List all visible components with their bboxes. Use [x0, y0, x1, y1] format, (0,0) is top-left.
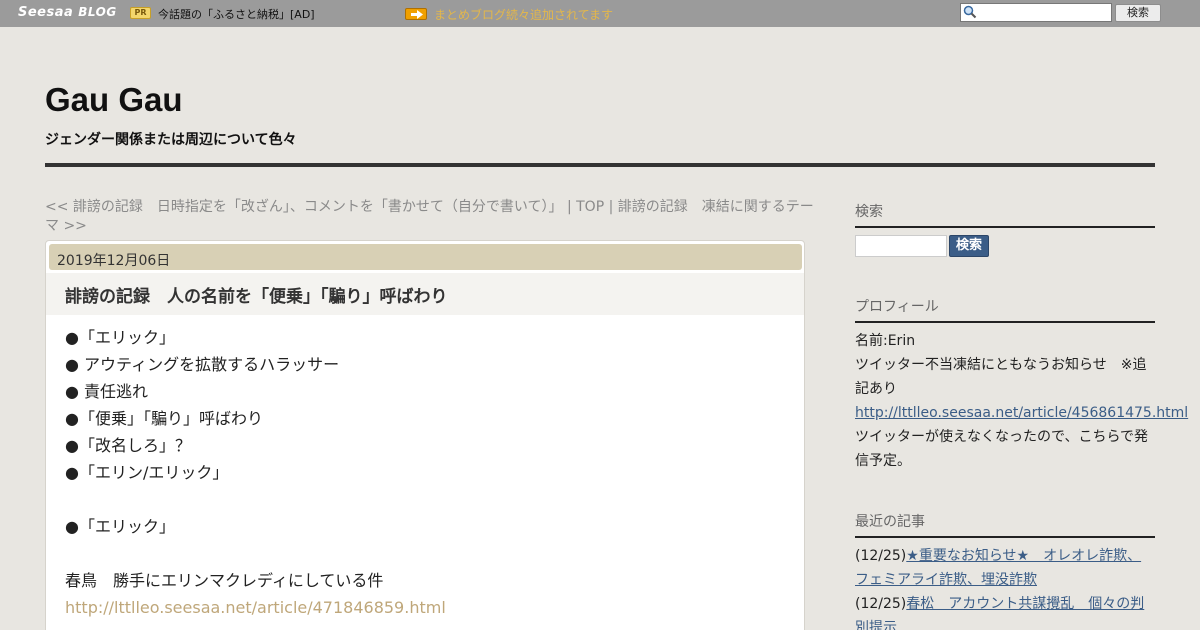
nav-separator: | [562, 199, 577, 215]
top-bar: Seesaa BLOG PR 今話題の「ふるさと納税」[AD] まとめブログ続々… [0, 0, 1200, 27]
logo-main: Seesaa [18, 5, 74, 20]
seesaa-blog-logo[interactable]: Seesaa BLOG [18, 5, 117, 21]
entry-line [65, 540, 785, 567]
top-search-box [960, 3, 1112, 22]
sidebar-search-heading: 検索 [855, 201, 1155, 228]
profile-section: 名前:Erin ツイッター不当凍結にともなうお知らせ ※追記あり http://… [855, 329, 1188, 473]
entry-line: ●「エリック」 [65, 328, 175, 347]
entry-line: ●「エリン/エリック」 [65, 463, 229, 482]
entry-body: ●「エリック」 ● アウティングを拡散するハラッサー ● 責任逃れ ●「便乗」「… [65, 324, 785, 621]
entry-line: ● アウティングを拡散するハラッサー [65, 355, 340, 374]
sidebar-profile-heading: プロフィール [855, 296, 1155, 323]
entry-title[interactable]: 誹謗の記録 人の名前を「便乗」「騙り」呼ばわり [65, 282, 448, 307]
header-divider [45, 163, 1155, 167]
arrow-right-icon [405, 8, 427, 20]
entry-date: 2019年12月06日 [49, 244, 802, 270]
blog-title[interactable]: Gau Gau [45, 81, 183, 119]
prev-article-link[interactable]: << 誹謗の記録 日時指定を「改ざん」、コメントを「書かせて（自分で書いて）」 [45, 199, 563, 215]
profile-link[interactable]: http://lttlleo.seesaa.net/article/456861… [855, 405, 1188, 421]
entry-line: ●「便乗」「騙り」呼ばわり [65, 409, 263, 428]
entry-line: ● 責任逃れ [65, 382, 149, 401]
pr-ad-link[interactable]: 今話題の「ふるさと納税」[AD] [158, 6, 315, 22]
topic-navigation: << 誹謗の記録 日時指定を「改ざん」、コメントを「書かせて（自分で書いて）」 … [45, 198, 815, 236]
recent-articles-list: (12/25)★重要なお知らせ★ オレオレ詐欺、フェミアライ詐欺、埋没詐欺 (1… [855, 544, 1155, 630]
entry-article-link[interactable]: http://lttlleo.seesaa.net/article/471846… [65, 594, 785, 621]
profile-note: ツイッターが使えなくなったので、こちらで発信予定。 [855, 429, 1149, 469]
sidebar-search-input[interactable] [855, 235, 947, 257]
search-icon [963, 5, 977, 19]
list-item: (12/25)★重要なお知らせ★ オレオレ詐欺、フェミアライ詐欺、埋没詐欺 [855, 544, 1155, 592]
entry-line [65, 486, 785, 513]
profile-notice: ツイッター不当凍結にともなうお知らせ ※追記あり [855, 357, 1147, 397]
entry-line: 春鳥 勝手にエリンマクレディにしている件 [65, 571, 384, 590]
entry-title-band: 誹謗の記録 人の名前を「便乗」「騙り」呼ばわり [46, 273, 804, 315]
blog-description: ジェンダー関係または周辺について色々 [45, 132, 297, 148]
recent-date: (12/25) [855, 548, 907, 564]
top-search-button[interactable]: 検索 [1115, 4, 1161, 22]
profile-name: 名前:Erin [855, 333, 916, 349]
logo-sub: BLOG [78, 5, 117, 19]
article-entry: 2019年12月06日 誹謗の記録 人の名前を「便乗」「騙り」呼ばわり ●「エリ… [45, 240, 805, 630]
recent-date: (12/25) [855, 596, 907, 612]
top-link[interactable]: TOP [576, 199, 604, 215]
list-item: (12/25)春松 アカウント共謀攪乱 個々の判別提示 [855, 592, 1155, 630]
ticker-link[interactable]: まとめブログ続々追加されてます [434, 6, 613, 23]
pr-badge: PR [130, 7, 151, 19]
top-search-input[interactable] [979, 5, 1109, 20]
entry-line: ●「改名しろ」？ [65, 436, 191, 455]
sidebar-search-button[interactable]: 検索 [949, 235, 989, 257]
entry-line: ●「エリック」 [65, 517, 175, 536]
sidebar-recent-heading: 最近の記事 [855, 511, 1155, 538]
nav-separator: | [604, 199, 618, 215]
